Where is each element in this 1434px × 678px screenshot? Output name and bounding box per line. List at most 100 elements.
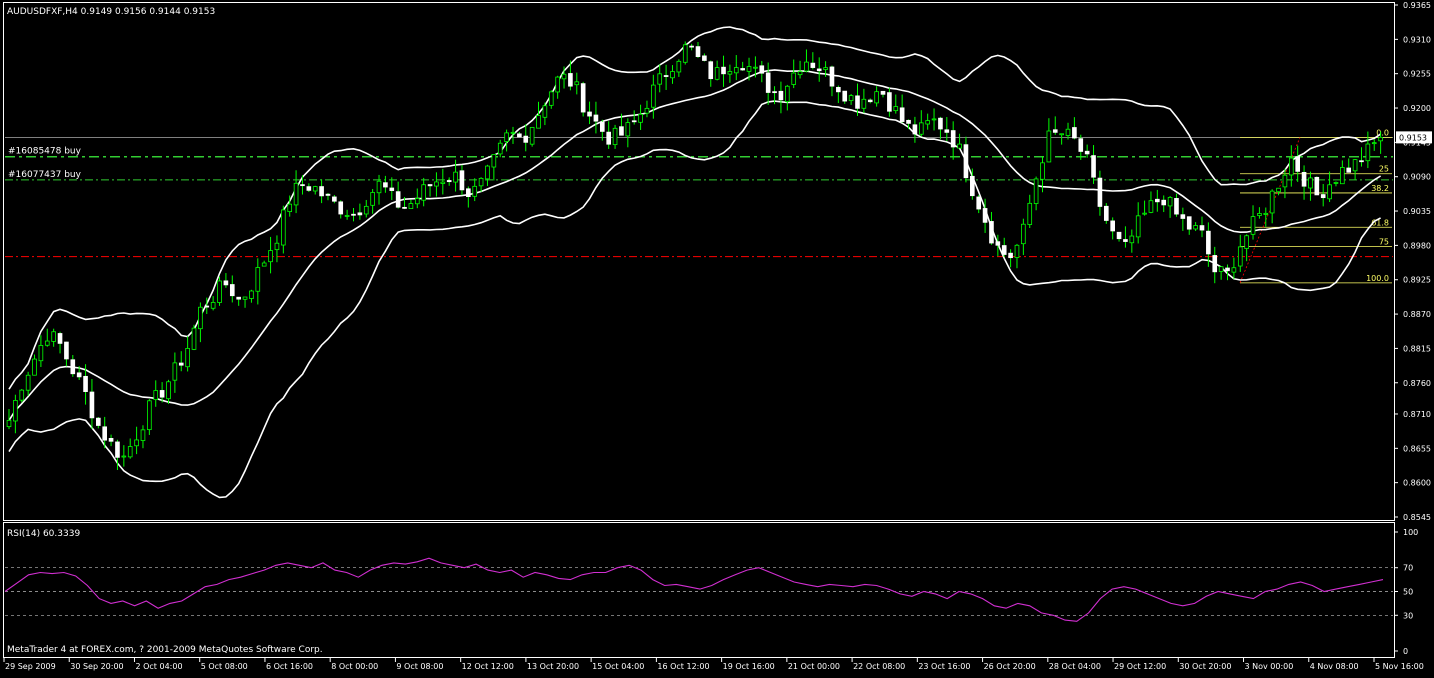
candle-body bbox=[1135, 215, 1141, 238]
candle-body bbox=[1129, 235, 1135, 244]
candle-body bbox=[434, 181, 439, 187]
candle-body bbox=[76, 372, 82, 378]
candle-body bbox=[159, 390, 165, 398]
candle-body bbox=[938, 117, 943, 130]
candle-body bbox=[268, 250, 273, 263]
candle-body bbox=[1346, 167, 1352, 173]
candle-body bbox=[223, 280, 229, 286]
candle-body bbox=[338, 201, 344, 215]
candle-body bbox=[25, 374, 31, 391]
candle-body bbox=[363, 205, 369, 215]
candle-body bbox=[357, 212, 363, 216]
time-tick-label: 3 Nov 00:00 bbox=[1245, 662, 1294, 671]
symbol-title: AUDUSDFXF,H4 0.9149 0.9156 0.9144 0.9153 bbox=[7, 7, 215, 17]
candle-body bbox=[599, 121, 605, 132]
candle-body bbox=[491, 153, 497, 168]
time-tick-label: 30 Oct 20:00 bbox=[1179, 662, 1231, 671]
candle-body bbox=[236, 296, 241, 300]
time-tick-label: 12 Oct 12:00 bbox=[462, 662, 514, 671]
chart-window[interactable]: #16085478 buy #16077437 buy 0.0 25 38.2 61.8 7… bbox=[0, 0, 1434, 674]
rsi-layer bbox=[4, 557, 1393, 622]
candle-body bbox=[887, 92, 892, 112]
candle-body bbox=[708, 61, 714, 80]
candle-body bbox=[874, 91, 879, 104]
candle-body bbox=[274, 242, 280, 251]
time-tick-label: 5 Oct 08:00 bbox=[201, 662, 248, 671]
candle-body bbox=[1352, 159, 1358, 172]
candle-body bbox=[1365, 143, 1371, 162]
candle-body bbox=[1008, 252, 1013, 259]
price-tick-label: 0.8815 bbox=[1403, 344, 1431, 353]
candle-body bbox=[676, 60, 682, 73]
candle-body bbox=[459, 170, 465, 191]
candle-body bbox=[1033, 178, 1039, 204]
candle-body bbox=[931, 118, 937, 121]
candle-body bbox=[1327, 184, 1332, 200]
candle-body bbox=[153, 390, 159, 400]
candle-body bbox=[204, 305, 210, 308]
candle-body bbox=[880, 90, 886, 95]
candle-body bbox=[1001, 245, 1007, 255]
candle-body bbox=[842, 90, 848, 102]
candle-body bbox=[740, 68, 745, 71]
candle-body bbox=[1282, 174, 1288, 188]
candle-body bbox=[555, 76, 560, 93]
candle-body bbox=[651, 84, 656, 108]
candle-body bbox=[1116, 231, 1122, 240]
candle-body bbox=[1110, 220, 1115, 232]
candle-body bbox=[644, 107, 650, 114]
price-tick-label: 0.8980 bbox=[1403, 241, 1431, 250]
time-tick-label: 22 Oct 08:00 bbox=[853, 662, 905, 671]
price-pane-frame bbox=[3, 2, 1395, 521]
candle-body bbox=[166, 381, 171, 400]
time-tick-label: 29 Oct 12:00 bbox=[1114, 662, 1166, 671]
candle-body bbox=[44, 340, 50, 346]
candle-body bbox=[344, 215, 350, 217]
candle-body bbox=[440, 181, 446, 184]
rsi-title: RSI(14) 60.3339 bbox=[7, 529, 80, 539]
rsi-tick-label: 30 bbox=[1403, 611, 1413, 620]
candle-body bbox=[1059, 133, 1064, 136]
candle-body bbox=[574, 81, 580, 86]
candle-body bbox=[791, 72, 797, 85]
candle-body bbox=[466, 188, 471, 198]
candle-body bbox=[823, 67, 828, 70]
candle-body bbox=[134, 439, 139, 447]
candle-body bbox=[178, 362, 184, 366]
candle-body bbox=[229, 284, 235, 297]
candle-body bbox=[83, 375, 88, 392]
time-tick-label: 9 Oct 08:00 bbox=[396, 662, 443, 671]
candle-body bbox=[1263, 212, 1269, 215]
candle-body bbox=[619, 126, 624, 136]
candle-body bbox=[6, 419, 12, 428]
candle-body bbox=[995, 241, 1001, 246]
candle-body bbox=[1333, 182, 1339, 184]
candle-body bbox=[593, 114, 599, 122]
candle-body bbox=[1040, 162, 1045, 180]
candle-body bbox=[663, 75, 669, 77]
candle-body bbox=[1308, 177, 1313, 189]
candle-body bbox=[421, 184, 426, 201]
candle-body bbox=[1052, 129, 1058, 133]
candle-body bbox=[778, 90, 784, 101]
candle-body bbox=[395, 191, 401, 208]
time-tick-label: 23 Oct 16:00 bbox=[918, 662, 970, 671]
candle-body bbox=[759, 65, 765, 74]
rsi-tick-label: 70 bbox=[1403, 564, 1413, 573]
candle-body bbox=[1142, 212, 1147, 215]
price-tick-label: 0.9035 bbox=[1403, 207, 1431, 216]
candle-body bbox=[785, 85, 790, 103]
candle-body bbox=[19, 389, 25, 401]
candle-body bbox=[1103, 205, 1109, 221]
candle-body bbox=[89, 391, 95, 419]
candle-body bbox=[1084, 150, 1090, 155]
candle-body bbox=[172, 362, 178, 381]
chart-canvas[interactable]: #16085478 buy#16077437 buy0.02538.261.87… bbox=[0, 0, 1434, 674]
time-tick-label: 29 Sep 2009 bbox=[5, 662, 56, 671]
candle-body bbox=[689, 45, 694, 48]
candle-body bbox=[976, 196, 982, 210]
candle-body bbox=[383, 182, 388, 188]
candle-body bbox=[1065, 128, 1071, 136]
candle-body bbox=[210, 302, 216, 309]
candle-body bbox=[287, 203, 293, 212]
